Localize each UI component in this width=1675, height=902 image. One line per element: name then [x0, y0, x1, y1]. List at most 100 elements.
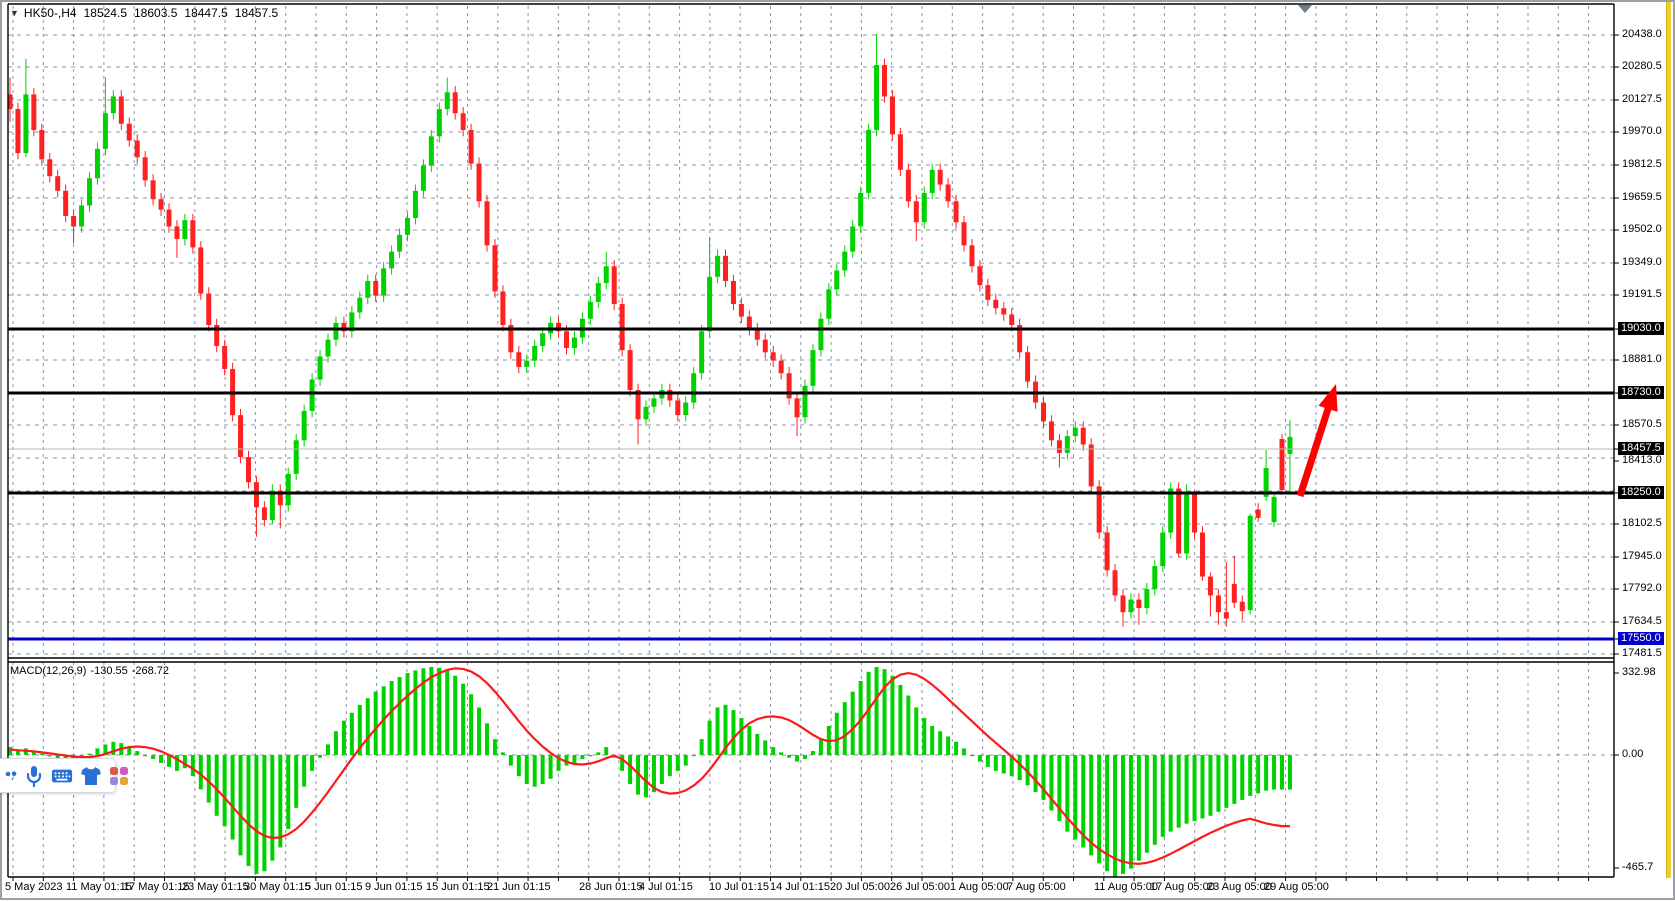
- macd-histogram-bar: [716, 707, 720, 755]
- price-axis-label: 17945.0: [1622, 550, 1662, 563]
- symbol-timeframe-label[interactable]: HK50-,H4: [24, 6, 77, 20]
- ohlc-high: 18603.5: [134, 6, 177, 20]
- macd-histogram-bar: [342, 721, 346, 755]
- price-chart-canvas[interactable]: [2, 2, 1675, 902]
- candlestick: [962, 222, 967, 245]
- candlestick: [159, 199, 164, 209]
- macd-histogram-bar: [1280, 755, 1284, 790]
- price-level-badge: 19030.0: [1618, 322, 1664, 335]
- macd-histogram-bar: [1145, 755, 1149, 853]
- macd-histogram-bar: [811, 751, 815, 755]
- candlestick: [500, 291, 505, 325]
- candlestick: [691, 373, 696, 402]
- macd-axis-label: 332.98: [1622, 666, 1656, 679]
- candlestick: [1168, 489, 1173, 533]
- candlestick: [524, 361, 529, 367]
- candlestick: [1184, 493, 1189, 554]
- macd-histogram-bar: [437, 668, 441, 755]
- candlestick: [747, 317, 752, 330]
- candlestick: [1232, 584, 1237, 603]
- time-axis-label: 9 Jun 01:15: [365, 881, 423, 893]
- candlestick: [206, 294, 211, 325]
- macd-histogram-bar: [278, 755, 282, 847]
- macd-histogram-bar: [708, 721, 712, 755]
- price-axis-label: 18413.0: [1622, 454, 1662, 467]
- macd-histogram-bar: [755, 734, 759, 755]
- candlestick: [127, 124, 132, 141]
- candlestick: [1248, 516, 1253, 610]
- price-level-badge: 17550.0: [1618, 632, 1664, 645]
- candlestick: [167, 210, 172, 227]
- candlestick: [723, 256, 728, 281]
- macd-histogram-bar: [978, 755, 982, 762]
- candlestick: [620, 304, 625, 350]
- macd-histogram-bar: [1201, 755, 1205, 818]
- candlestick: [1208, 577, 1213, 596]
- candlestick: [310, 379, 315, 410]
- candlestick: [771, 352, 776, 360]
- candlestick: [445, 92, 450, 109]
- macd-histogram-bar: [1018, 755, 1022, 780]
- candlestick: [1256, 509, 1261, 517]
- bullish-arrow-annotation: [1300, 403, 1330, 496]
- apps-grid-icon[interactable]: [109, 765, 129, 787]
- candlestick: [922, 193, 927, 222]
- macd-histogram-bar: [930, 726, 934, 755]
- macd-histogram-bar: [461, 684, 465, 755]
- macd-histogram-bar: [286, 755, 290, 829]
- price-axis-label: 17481.5: [1622, 647, 1662, 660]
- macd-histogram-bar: [509, 755, 513, 766]
- candlestick: [413, 191, 418, 218]
- candlestick: [1136, 600, 1141, 608]
- candlestick: [87, 178, 92, 205]
- macd-histogram-bar: [660, 755, 664, 784]
- time-axis-label: 30 May 01:15: [244, 881, 311, 893]
- macd-histogram-bar: [366, 698, 370, 755]
- macd-histogram-bar: [95, 748, 99, 755]
- macd-axis-label: -465.7: [1622, 861, 1653, 874]
- candlestick: [63, 191, 68, 216]
- candlestick: [357, 298, 362, 313]
- more-icon[interactable]: [3, 765, 17, 787]
- candlestick: [1200, 533, 1205, 577]
- candlestick: [795, 398, 800, 417]
- macd-histogram-bar: [1288, 755, 1292, 790]
- candlestick: [1089, 444, 1094, 486]
- macd-histogram-bar: [413, 670, 417, 755]
- candlestick: [1025, 352, 1030, 381]
- macd-histogram-bar: [1121, 755, 1125, 874]
- microphone-icon[interactable]: [24, 765, 44, 787]
- macd-histogram-bar: [914, 707, 918, 755]
- candlestick: [842, 252, 847, 271]
- macd-histogram-bar: [938, 731, 942, 755]
- candlestick: [938, 170, 943, 185]
- candlestick: [318, 356, 323, 379]
- candlestick: [858, 193, 863, 227]
- candlestick: [397, 235, 402, 252]
- candlestick: [174, 226, 179, 239]
- macd-histogram-bar: [922, 718, 926, 755]
- candlestick: [477, 164, 482, 202]
- candlestick: [1081, 428, 1086, 445]
- keyboard-icon[interactable]: [51, 765, 73, 787]
- candlestick: [333, 323, 338, 340]
- macd-histogram-bar: [215, 755, 219, 816]
- candlestick: [977, 266, 982, 285]
- macd-histogram-bar: [374, 692, 378, 755]
- candlestick: [612, 266, 617, 304]
- candlestick: [23, 94, 28, 153]
- macd-histogram-bar: [302, 755, 306, 787]
- macd-histogram-bar: [580, 755, 584, 759]
- candlestick: [1128, 600, 1133, 613]
- candlestick: [461, 113, 466, 130]
- time-axis-label: 5 May 2023: [5, 881, 62, 893]
- candlestick: [683, 403, 688, 416]
- price-axis-label: 20280.5: [1622, 60, 1662, 73]
- symbol-dropdown-icon[interactable]: ▼: [10, 8, 19, 18]
- macd-histogram-bar: [40, 754, 44, 755]
- candlestick: [143, 157, 148, 180]
- candlestick: [405, 218, 410, 235]
- macd-histogram-bar: [390, 681, 394, 755]
- shirt-icon[interactable]: [80, 765, 102, 787]
- ohlc-open: 18524.5: [84, 6, 127, 20]
